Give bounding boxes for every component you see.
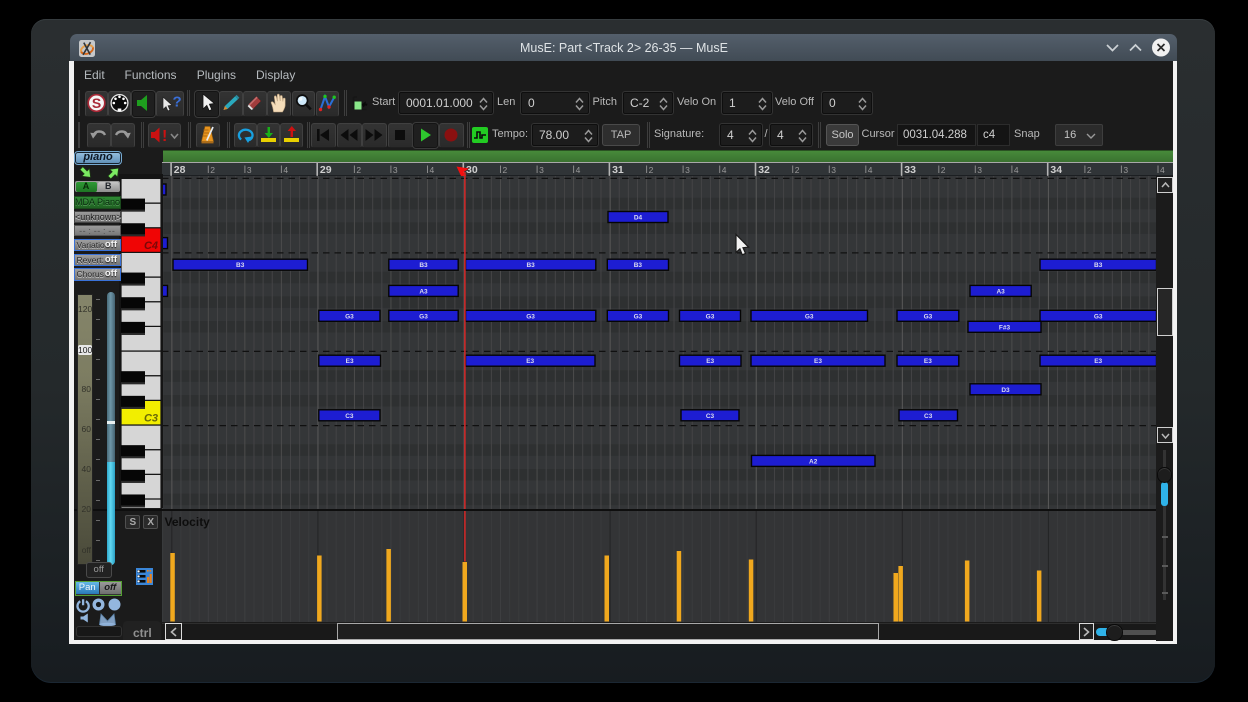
svg-text:28: 28 bbox=[173, 164, 185, 176]
svg-text:3: 3 bbox=[392, 165, 397, 175]
svg-text:G3: G3 bbox=[705, 313, 714, 320]
svg-text:G3: G3 bbox=[345, 313, 354, 320]
svg-text:B3: B3 bbox=[526, 262, 535, 269]
svg-text:A3: A3 bbox=[419, 288, 428, 295]
svg-text:B3: B3 bbox=[633, 262, 642, 269]
svg-text:4: 4 bbox=[1160, 165, 1165, 175]
svg-text:2: 2 bbox=[1086, 165, 1091, 175]
svg-text:G3: G3 bbox=[526, 313, 535, 320]
svg-text:C3: C3 bbox=[345, 413, 354, 420]
svg-text:D4: D4 bbox=[633, 215, 642, 222]
svg-text:A3: A3 bbox=[996, 288, 1005, 295]
svg-text:31: 31 bbox=[612, 164, 624, 176]
svg-text:S: S bbox=[92, 95, 101, 111]
svg-text:2: 2 bbox=[356, 165, 361, 175]
svg-text:4: 4 bbox=[1013, 165, 1018, 175]
svg-text:F#3: F#3 bbox=[998, 324, 1010, 331]
svg-text:G3: G3 bbox=[804, 313, 813, 320]
svg-text:3: 3 bbox=[539, 165, 544, 175]
svg-text:2: 2 bbox=[794, 165, 799, 175]
svg-text:2: 2 bbox=[210, 165, 215, 175]
svg-text:B3: B3 bbox=[1094, 262, 1103, 269]
svg-text:2: 2 bbox=[502, 165, 507, 175]
svg-text:E3: E3 bbox=[345, 358, 353, 365]
svg-text:?: ? bbox=[173, 93, 182, 110]
svg-text:G3: G3 bbox=[1093, 313, 1102, 320]
svg-text:4: 4 bbox=[283, 165, 288, 175]
svg-text:E3: E3 bbox=[706, 358, 714, 365]
svg-text:D3: D3 bbox=[1001, 387, 1010, 394]
svg-text:4: 4 bbox=[429, 165, 434, 175]
svg-text:2: 2 bbox=[940, 165, 945, 175]
svg-text:3: 3 bbox=[831, 165, 836, 175]
svg-text:34: 34 bbox=[1050, 164, 1062, 176]
svg-text:E3: E3 bbox=[923, 358, 931, 365]
svg-text:E3: E3 bbox=[814, 358, 822, 365]
svg-text:C3: C3 bbox=[924, 413, 933, 420]
svg-text:4: 4 bbox=[867, 165, 872, 175]
svg-text:C3: C3 bbox=[144, 413, 158, 425]
svg-text:29: 29 bbox=[319, 164, 331, 176]
svg-text:C3: C3 bbox=[705, 413, 714, 420]
svg-text:G3: G3 bbox=[419, 313, 428, 320]
svg-text:B3: B3 bbox=[236, 262, 245, 269]
svg-text:A2: A2 bbox=[809, 458, 818, 465]
svg-text:B3: B3 bbox=[419, 262, 428, 269]
svg-text:30: 30 bbox=[466, 164, 478, 176]
svg-text:4: 4 bbox=[575, 165, 580, 175]
svg-text:3: 3 bbox=[977, 165, 982, 175]
svg-text:E3: E3 bbox=[526, 358, 534, 365]
svg-text:32: 32 bbox=[758, 164, 770, 176]
svg-text:3: 3 bbox=[246, 165, 251, 175]
svg-text:!: ! bbox=[162, 128, 167, 145]
svg-text:G3: G3 bbox=[633, 313, 642, 320]
svg-text:3: 3 bbox=[685, 165, 690, 175]
svg-text:E3: E3 bbox=[1094, 358, 1102, 365]
svg-text:3: 3 bbox=[1123, 165, 1128, 175]
svg-text:33: 33 bbox=[904, 164, 916, 176]
svg-text:G3: G3 bbox=[923, 313, 932, 320]
svg-text:4: 4 bbox=[721, 165, 726, 175]
svg-text:2: 2 bbox=[648, 165, 653, 175]
svg-text:C4: C4 bbox=[144, 240, 158, 252]
